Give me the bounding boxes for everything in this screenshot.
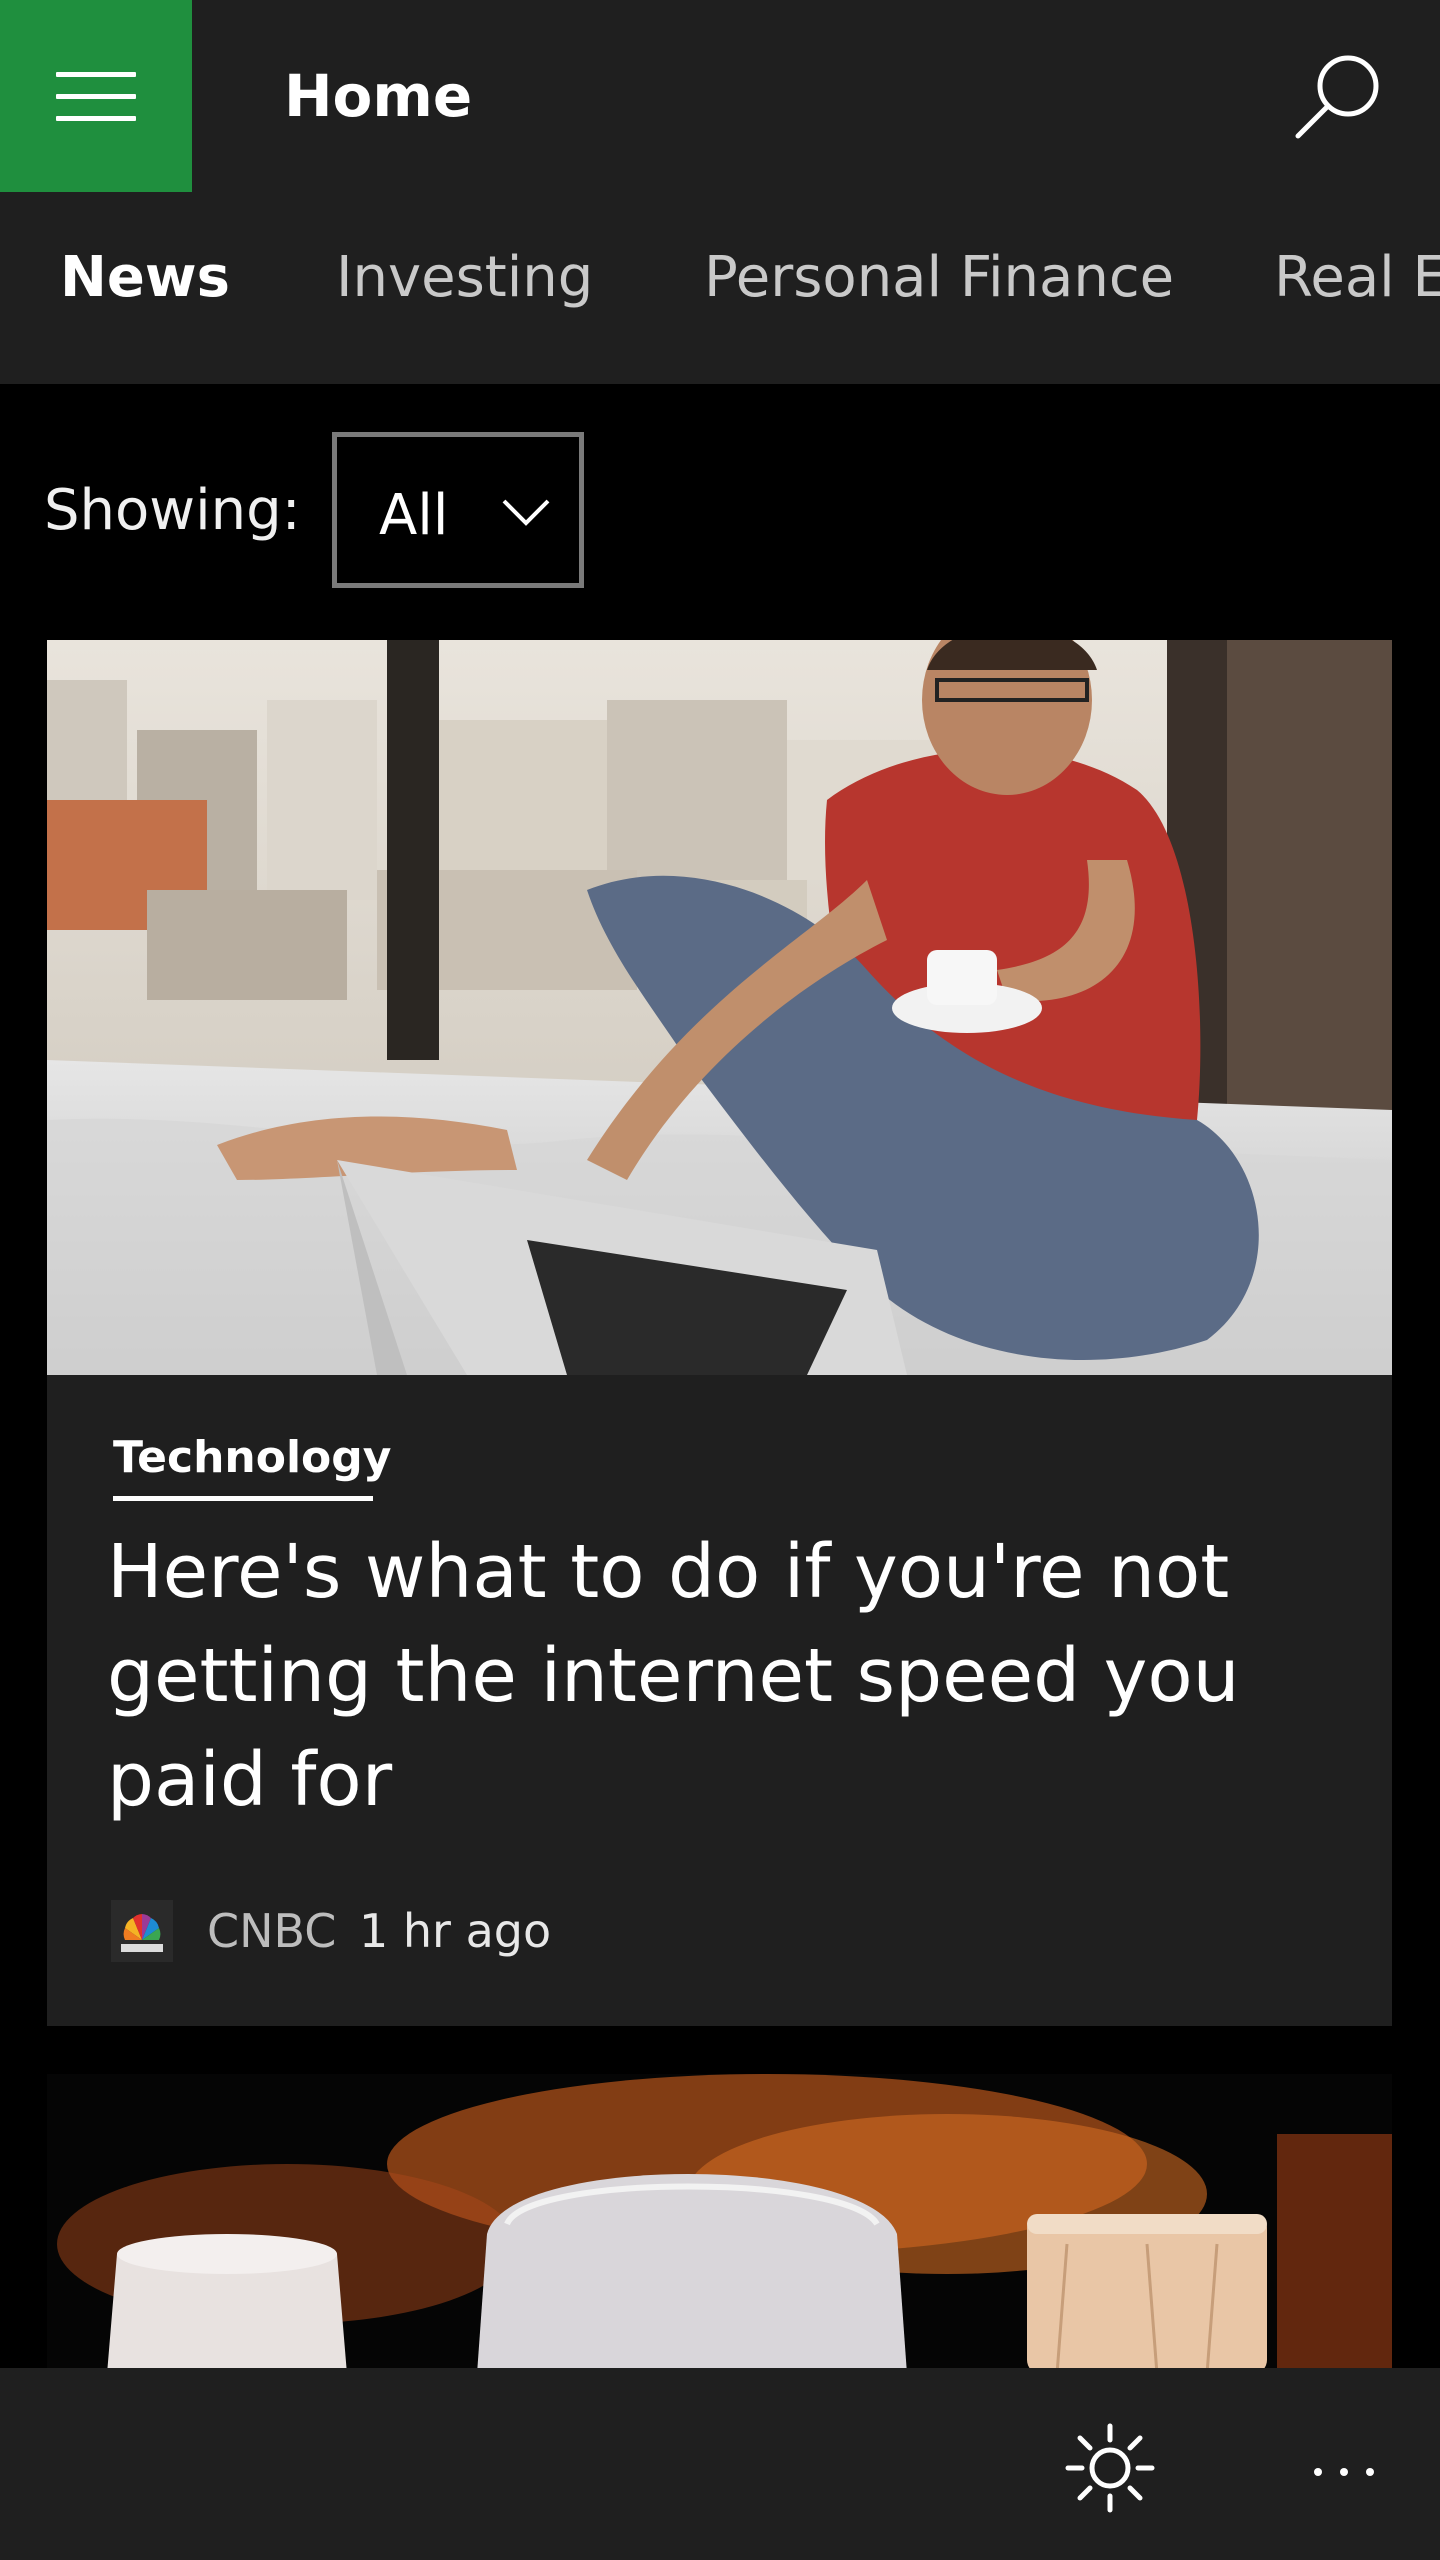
brightness-icon [1065, 2423, 1155, 2513]
article-image [47, 640, 1392, 1375]
tab-news[interactable]: News [60, 238, 230, 318]
more-icon [1314, 2468, 1374, 2476]
category-label[interactable]: Technology [113, 1428, 391, 1488]
filter-value: All [379, 483, 449, 548]
tab-real-estate[interactable]: Real Es [1274, 238, 1440, 318]
source-name: CNBC [207, 1904, 337, 1958]
source-logo [111, 1900, 173, 1962]
page-title: Home [284, 62, 473, 130]
category-underline [113, 1496, 373, 1501]
search-icon [1295, 55, 1379, 139]
more-options-button[interactable] [1296, 2416, 1400, 2520]
page: Home News Investing Personal Finance Rea… [0, 0, 1440, 2560]
article-headline[interactable]: Here's what to do if you're not getting … [107, 1520, 1307, 1832]
menu-button[interactable] [0, 0, 192, 192]
search-button[interactable] [1288, 44, 1392, 148]
filter-dropdown[interactable]: All [332, 432, 584, 588]
article-time: 1 hr ago [359, 1904, 552, 1958]
article-card[interactable]: Technology Here's what to do if you're n… [47, 640, 1392, 2026]
theme-toggle-button[interactable] [1058, 2416, 1162, 2520]
showing-label: Showing: [44, 478, 301, 543]
tab-investing[interactable]: Investing [336, 238, 593, 318]
chevron-down-icon [502, 499, 550, 526]
peacock-icon [111, 1900, 173, 1962]
top-header: Home [0, 0, 1440, 192]
bottom-app-bar [0, 2368, 1440, 2560]
article-image-2[interactable] [47, 2074, 1392, 2374]
category-tabs: News Investing Personal Finance Real Es [0, 192, 1440, 384]
tab-personal-finance[interactable]: Personal Finance [704, 238, 1174, 318]
